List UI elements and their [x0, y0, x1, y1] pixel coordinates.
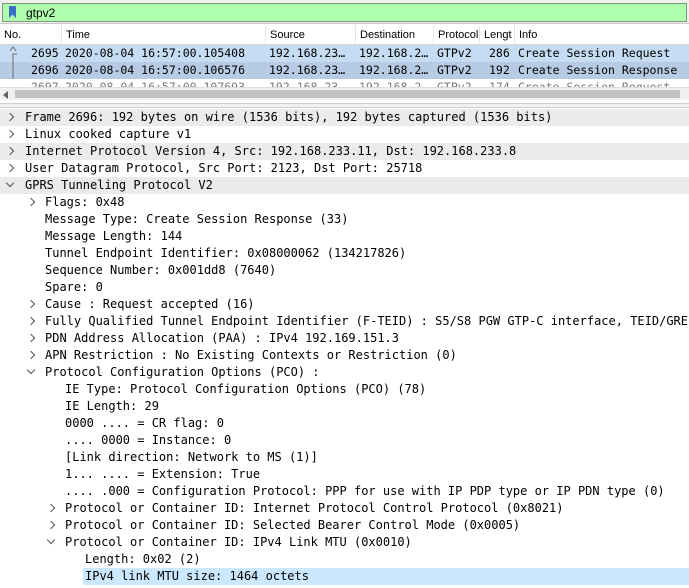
horizontal-scrollbar[interactable] [0, 87, 689, 100]
packet-protocol: GTPv2 [437, 80, 472, 87]
packet-info: Create Session Request [518, 46, 671, 60]
packet-details-tree: Frame 2696: 192 bytes on wire (1536 bits… [0, 109, 689, 588]
chevron-right-icon[interactable] [27, 334, 35, 342]
bookmark-icon[interactable] [6, 5, 20, 20]
packet-protocol: GTPv2 [437, 46, 472, 60]
tree-item-mtu-size-selected[interactable]: IPv4 link MTU size: 1464 octets [0, 568, 689, 585]
chevron-down-icon[interactable] [47, 538, 55, 546]
tree-item-link-direction[interactable]: [Link direction: Network to MS (1)] [0, 449, 689, 466]
display-filter-toolbar: gtpv2 [0, 0, 689, 24]
tree-item-extension[interactable]: 1... .... = Extension: True [0, 466, 689, 483]
tree-item-sequence-number[interactable]: Sequence Number: 0x001dd8 (7640) [0, 262, 689, 279]
packet-source: 192.168.23… [269, 46, 346, 60]
scroll-left-icon[interactable] [3, 91, 8, 99]
tree-item-ipv4[interactable]: Internet Protocol Version 4, Src: 192.16… [0, 143, 689, 160]
tree-item-instance[interactable]: .... 0000 = Instance: 0 [0, 432, 689, 449]
column-header-no[interactable]: No. [0, 25, 62, 45]
chevron-right-icon[interactable] [27, 300, 35, 308]
tree-item-paa[interactable]: PDN Address Allocation (PAA) : IPv4 192.… [0, 330, 689, 347]
request-tree-icon [9, 46, 17, 62]
chevron-down-icon[interactable] [6, 181, 14, 189]
chevron-down-icon[interactable] [27, 368, 35, 376]
packet-list: No. Time Source Destination Protocol Len… [0, 25, 689, 103]
tree-item-udp[interactable]: User Datagram Protocol, Src Port: 2123, … [0, 160, 689, 177]
packet-list-header: No. Time Source Destination Protocol Len… [0, 25, 689, 45]
column-header-source[interactable]: Source [266, 25, 356, 45]
packet-info: Create Session Request [518, 80, 671, 87]
packet-row[interactable]: 2695 2020-08-04 16:57:00.105408 192.168.… [0, 45, 689, 62]
tree-item-ie-type[interactable]: IE Type: Protocol Configuration Options … [0, 381, 689, 398]
display-filter-input[interactable]: gtpv2 [2, 3, 687, 22]
packet-source: 192.168.23… [269, 80, 346, 87]
tree-item-container-mtu[interactable]: Protocol or Container ID: IPv4 Link MTU … [0, 534, 689, 551]
column-header-protocol[interactable]: Protocol [434, 25, 480, 45]
chevron-right-icon[interactable] [6, 130, 14, 138]
packet-row-selected[interactable]: 2696 2020-08-04 16:57:00.106576 192.168.… [0, 62, 689, 79]
packet-row[interactable]: 2697 2020-08-04 16:57:00.107693 192.168.… [0, 79, 689, 87]
tree-item-cr-flag[interactable]: 0000 .... = CR flag: 0 [0, 415, 689, 432]
tree-item-spare[interactable]: Spare: 0 [0, 279, 689, 296]
packet-destination: 192.168.2… [359, 46, 429, 60]
chevron-right-icon[interactable] [6, 113, 14, 121]
column-header-info[interactable]: Info [515, 25, 689, 45]
packet-length: 192 [489, 63, 510, 77]
tree-item-message-type[interactable]: Message Type: Create Session Response (3… [0, 211, 689, 228]
tree-item-flags[interactable]: Flags: 0x48 [0, 194, 689, 211]
tree-item-container-ipcp[interactable]: Protocol or Container ID: Internet Proto… [0, 500, 689, 517]
tree-item-teid[interactable]: Tunnel Endpoint Identifier: 0x08000062 (… [0, 245, 689, 262]
tree-item-cause[interactable]: Cause : Request accepted (16) [0, 296, 689, 313]
packet-no: 2697 [31, 80, 59, 87]
column-header-time[interactable]: Time [62, 25, 266, 45]
tree-item-fteid[interactable]: Fully Qualified Tunnel Endpoint Identifi… [0, 313, 689, 330]
display-filter-text[interactable]: gtpv2 [26, 6, 55, 20]
chevron-right-icon[interactable] [27, 198, 35, 206]
tree-item-gtpv2[interactable]: GPRS Tunneling Protocol V2 [0, 177, 689, 194]
packet-no: 2696 [31, 63, 59, 77]
chevron-right-icon[interactable] [47, 504, 55, 512]
packet-length: 174 [489, 80, 510, 87]
tree-item-apn-restriction[interactable]: APN Restriction : No Existing Contexts o… [0, 347, 689, 364]
tree-item-ie-length[interactable]: IE Length: 29 [0, 398, 689, 415]
packet-time: 2020-08-04 16:57:00.106576 [65, 63, 246, 77]
tree-item-container-bcm[interactable]: Protocol or Container ID: Selected Beare… [0, 517, 689, 534]
chevron-right-icon[interactable] [27, 317, 35, 325]
tree-item-message-length[interactable]: Message Length: 144 [0, 228, 689, 245]
packet-no: 2695 [31, 46, 59, 60]
packet-source: 192.168.23… [269, 63, 346, 77]
tree-item-linux-cooked[interactable]: Linux cooked capture v1 [0, 126, 689, 143]
column-header-destination[interactable]: Destination [356, 25, 434, 45]
packet-time: 2020-08-04 16:57:00.105408 [65, 46, 246, 60]
packet-info: Create Session Response [518, 63, 678, 77]
response-tree-icon [12, 62, 14, 79]
scrollbar-thumb[interactable] [15, 90, 680, 98]
tree-item-pco[interactable]: Protocol Configuration Options (PCO) : [0, 364, 689, 381]
chevron-right-icon[interactable] [6, 147, 14, 155]
chevron-right-icon[interactable] [47, 521, 55, 529]
column-header-length[interactable]: Lengt [480, 25, 515, 45]
tree-item-mtu-length[interactable]: Length: 0x02 (2) [0, 551, 689, 568]
pane-splitter[interactable] [0, 103, 689, 108]
packet-length: 286 [489, 46, 510, 60]
packet-time: 2020-08-04 16:57:00.107693 [65, 80, 246, 87]
packet-protocol: GTPv2 [437, 63, 472, 77]
packet-destination: 192.168.2… [359, 80, 429, 87]
chevron-right-icon[interactable] [27, 351, 35, 359]
chevron-right-icon[interactable] [6, 164, 14, 172]
tree-item-frame[interactable]: Frame 2696: 192 bytes on wire (1536 bits… [0, 109, 689, 126]
tree-item-configuration-protocol[interactable]: .... .000 = Configuration Protocol: PPP … [0, 483, 689, 500]
packet-destination: 192.168.2… [359, 63, 429, 77]
